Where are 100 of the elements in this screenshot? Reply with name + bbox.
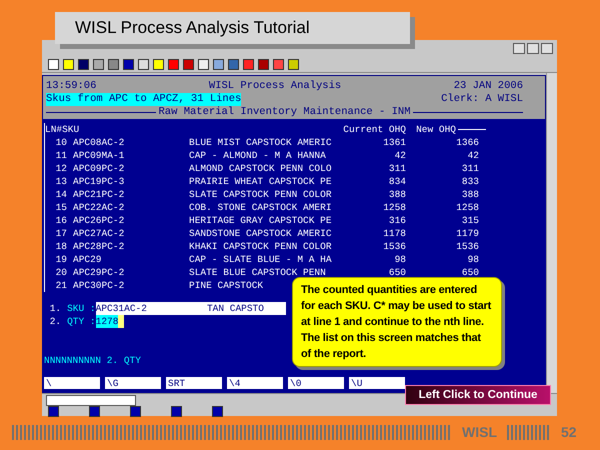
description-cell: SLATE CAPSTOCK PENN COLOR <box>189 188 332 201</box>
description-cell: PRAIRIE WHEAT CAPSTOCK PE <box>189 175 332 188</box>
tool-icon[interactable] <box>93 58 104 70</box>
tool-icon[interactable] <box>258 58 269 70</box>
sku-cell-text: APC27AC-2 <box>72 227 124 240</box>
tool-icon[interactable] <box>168 58 179 70</box>
window-control-icon[interactable] <box>541 42 553 54</box>
description-cell: SANDSTONE CAPSTOCK AMERIC <box>189 227 332 240</box>
status-icon <box>48 406 59 416</box>
page-number: 52 <box>561 424 577 440</box>
tool-icon[interactable] <box>198 58 209 70</box>
screen-title: Raw Material Inventory Maintenance - INM <box>158 106 411 119</box>
sku-cell-text: APC30PC-2 <box>72 279 124 292</box>
field-label: QTY : <box>67 315 96 328</box>
sku-cell-text: APC09PC-2 <box>72 162 124 175</box>
line-number: 14 <box>56 188 67 201</box>
column-header: LN#SKU <box>45 123 80 136</box>
new-qty-cell: 650 <box>462 266 479 279</box>
line-number: 10 <box>56 136 67 149</box>
status-icon <box>212 406 223 416</box>
line-number: 18 <box>56 240 67 253</box>
window-control-icon[interactable] <box>527 42 539 54</box>
function-key[interactable]: SRT <box>166 377 222 389</box>
app-title: WISL Process Analysis <box>208 80 342 93</box>
current-qty-cell: 98 <box>394 253 406 266</box>
description-cell: CAP - ALMOND - M A HANNA <box>189 149 326 162</box>
description-cell: HERITAGE GRAY CAPSTOCK PE <box>189 214 332 227</box>
tool-icon[interactable] <box>288 58 299 70</box>
new-qty-cell: 1179 <box>456 227 479 240</box>
description-cell: SLATE BLUE CAPSTOCK PENN <box>189 266 326 279</box>
description-cell: ALMOND CAPSTOCK PENN COLO <box>189 162 332 175</box>
current-qty-cell: 650 <box>388 266 406 279</box>
tool-icon[interactable] <box>108 58 119 70</box>
sku-cell-text: APC21PC-2 <box>72 188 124 201</box>
command-field[interactable] <box>46 394 136 406</box>
column-header: New OHQ <box>416 123 456 136</box>
description-cell: PINE CAPSTOCK <box>189 279 264 292</box>
tool-icon[interactable] <box>78 58 89 70</box>
line-number: 16 <box>56 214 67 227</box>
field-label: SKU : <box>67 302 96 315</box>
status-icon <box>89 406 100 416</box>
function-key[interactable]: \4 <box>227 377 283 389</box>
current-qty-cell: 42 <box>394 149 406 162</box>
sku-cell-text: APC19PC-3 <box>72 175 124 188</box>
footer-brand: WISL <box>462 424 497 440</box>
description-cell: CAP - SLATE BLUE - M A HA <box>189 253 332 266</box>
current-qty-cell: 388 <box>388 188 406 201</box>
prompt-text: NNNNNNNNNN 2. QTY <box>44 354 141 367</box>
description-cell: COB. STONE CAPSTOCK AMERI <box>189 201 332 214</box>
continue-button[interactable]: Left Click to Continue <box>405 385 551 405</box>
tool-icon[interactable] <box>213 58 224 70</box>
field-number: 2. <box>48 315 62 328</box>
line-number: 19 <box>56 253 67 266</box>
stripe-pattern <box>507 424 551 440</box>
line-number: 15 <box>56 201 67 214</box>
function-key[interactable]: \G <box>105 377 161 389</box>
function-key[interactable]: \U <box>349 377 405 389</box>
current-qty-cell: 1536 <box>383 240 406 253</box>
current-qty-cell: 316 <box>388 214 406 227</box>
screen-date: 23 JAN 2006 <box>454 80 523 93</box>
sku-cell-text: APC08AC-2 <box>72 136 124 149</box>
new-qty-cell: 1258 <box>456 201 479 214</box>
sku-cell-text: APC29 <box>72 253 102 266</box>
new-qty-cell: 98 <box>468 253 479 266</box>
line-number: 21 <box>56 279 67 292</box>
sku-cell-text: APC28PC-2 <box>72 240 124 253</box>
description-cell: KHAKI CAPSTOCK PENN COLOR <box>189 240 332 253</box>
new-qty-cell: 315 <box>462 214 479 227</box>
new-qty-cell: 1536 <box>456 240 479 253</box>
callout-note: The counted quantities are entered for each SKU. C* may be used to start at line 1 and continue to the nth line. The list on this screen matches that of the report. <box>292 277 502 367</box>
current-qty-cell: 1258 <box>383 201 406 214</box>
line-number: 12 <box>56 162 67 175</box>
tool-icon[interactable] <box>228 58 239 70</box>
tool-icon[interactable] <box>243 58 254 70</box>
sku-cell-text: APC29PC-2 <box>72 266 124 279</box>
status-icon <box>171 406 182 416</box>
scrollbar[interactable] <box>546 73 557 393</box>
tool-icon[interactable] <box>153 58 164 70</box>
entry-field[interactable]: APC31AC-2 TAN CAPSTO <box>96 302 286 315</box>
sku-cell-text: APC09MA-1 <box>72 149 124 162</box>
line-number: 11 <box>56 149 67 162</box>
tool-icon[interactable] <box>183 58 194 70</box>
new-qty-cell: 311 <box>462 162 479 175</box>
tool-icon[interactable] <box>138 58 149 70</box>
clock-time: 13:59:06 <box>46 80 96 93</box>
status-icon <box>130 406 141 416</box>
field-number: 1. <box>48 302 62 315</box>
new-qty-cell: 833 <box>462 175 479 188</box>
tool-icon[interactable] <box>48 58 59 70</box>
tool-icon[interactable] <box>123 58 134 70</box>
tool-icon[interactable] <box>63 58 74 70</box>
sku-cell-text: APC22AC-2 <box>72 201 124 214</box>
new-qty-cell: 1366 <box>456 136 479 149</box>
line-number: 13 <box>56 175 67 188</box>
window-control-icon[interactable] <box>513 42 525 54</box>
function-key[interactable]: \ <box>44 377 100 389</box>
current-qty-cell: 834 <box>388 175 406 188</box>
function-key[interactable]: \0 <box>288 377 344 389</box>
tool-icon[interactable] <box>273 58 284 70</box>
description-cell: BLUE MIST CAPSTOCK AMERIC <box>189 136 332 149</box>
